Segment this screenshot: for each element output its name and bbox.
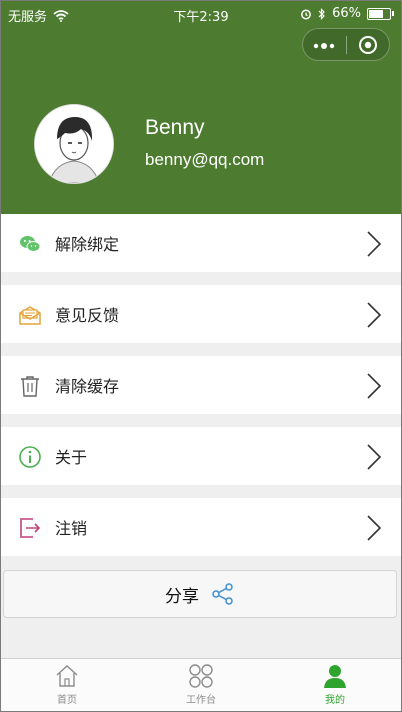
- avatar[interactable]: [34, 104, 114, 184]
- more-menu-button[interactable]: [303, 34, 346, 55]
- tab-mine[interactable]: 我的: [268, 663, 402, 706]
- avatar-image: [35, 105, 113, 183]
- close-circle-icon: [358, 35, 377, 54]
- person-icon: [324, 665, 346, 688]
- status-bar: 无服务 下午2:39 66%: [0, 0, 402, 28]
- menu-item-unbind[interactable]: 解除绑定: [0, 214, 402, 272]
- menu-item-clear-cache[interactable]: 清除缓存: [0, 356, 402, 414]
- menu-label-about: 关于: [55, 448, 88, 467]
- menu-item-about[interactable]: 关于: [0, 427, 402, 485]
- trash-icon: [21, 376, 39, 397]
- tab-home[interactable]: 首页: [0, 663, 134, 706]
- share-button[interactable]: 分享: [3, 570, 397, 618]
- alarm-icon: [301, 9, 312, 19]
- menu-label-feedback: 意见反馈: [55, 306, 120, 325]
- chevron-right-icon: [367, 231, 382, 257]
- menu-label-unbind: 解除绑定: [55, 235, 120, 254]
- battery-icon: [367, 7, 391, 20]
- menu-item-logout[interactable]: 注销: [0, 498, 402, 556]
- logout-icon: [20, 518, 41, 538]
- tab-label-mine: 我的: [325, 695, 345, 706]
- miniprogram-capsule: [302, 28, 390, 61]
- user-name: Benny: [145, 116, 205, 139]
- battery-percent: 66%: [332, 6, 361, 21]
- chevron-right-icon: [367, 444, 382, 470]
- wechat-icon: [20, 236, 41, 252]
- bluetooth-icon: [318, 7, 325, 20]
- share-label: 分享: [165, 586, 199, 607]
- menu-item-feedback[interactable]: 意见反馈: [0, 285, 402, 343]
- profile-header: Benny benny@qq.com: [0, 28, 402, 214]
- feedback-mail-icon: [19, 306, 41, 325]
- tab-bar: 首页 工作台 我的: [0, 658, 402, 712]
- chevron-right-icon: [367, 302, 382, 328]
- share-icon: [212, 583, 233, 605]
- tab-label-home: 首页: [57, 695, 77, 706]
- tab-label-workbench: 工作台: [186, 695, 216, 706]
- menu-label-clear-cache: 清除缓存: [55, 377, 120, 396]
- close-miniprogram-button[interactable]: [346, 35, 389, 55]
- grid-icon: [189, 664, 213, 688]
- user-email: benny@qq.com: [145, 150, 265, 169]
- chevron-right-icon: [367, 373, 382, 399]
- chevron-right-icon: [367, 515, 382, 541]
- info-icon: [19, 446, 41, 468]
- home-icon: [56, 665, 78, 687]
- status-right: 66%: [300, 6, 394, 21]
- more-dots-icon: [314, 43, 335, 49]
- menu-label-logout: 注销: [55, 519, 88, 538]
- tab-workbench[interactable]: 工作台: [134, 663, 268, 706]
